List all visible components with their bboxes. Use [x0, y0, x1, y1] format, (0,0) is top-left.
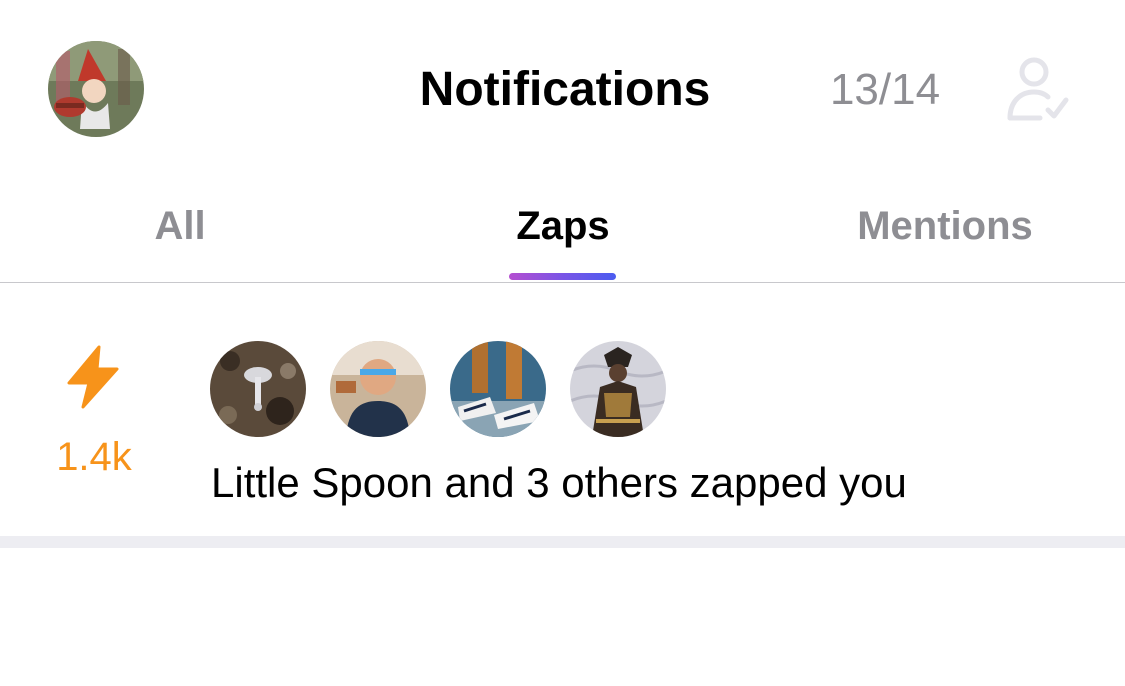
top-bar: Notifications 13/14: [0, 0, 1125, 180]
section-divider: [0, 536, 1125, 548]
tab-mentions[interactable]: Mentions: [805, 202, 1085, 250]
profile-avatar-image: [48, 41, 144, 137]
zapper-avatar[interactable]: [210, 341, 306, 437]
person-check-icon[interactable]: [1000, 52, 1074, 126]
tab-zaps[interactable]: Zaps: [463, 202, 663, 250]
profile-avatar[interactable]: [48, 41, 144, 137]
unread-counter: 13/14: [829, 65, 941, 114]
zap-notification-text: Little Spoon and 3 others zapped you: [211, 459, 907, 506]
notification-tabs: All Zaps Mentions: [0, 180, 1125, 283]
page-title: Notifications: [419, 63, 711, 116]
lightning-bolt-icon: [63, 345, 123, 409]
zap-notification[interactable]: 1.4k Little Spoon and 3 others zapped yo…: [0, 283, 1125, 536]
tab-all[interactable]: All: [80, 202, 280, 250]
zapper-avatar[interactable]: [570, 341, 666, 437]
zapper-avatar[interactable]: [330, 341, 426, 437]
selected-tab-indicator: [509, 273, 616, 280]
zap-amount: 1.4k: [56, 435, 132, 479]
zapper-avatar[interactable]: [450, 341, 546, 437]
